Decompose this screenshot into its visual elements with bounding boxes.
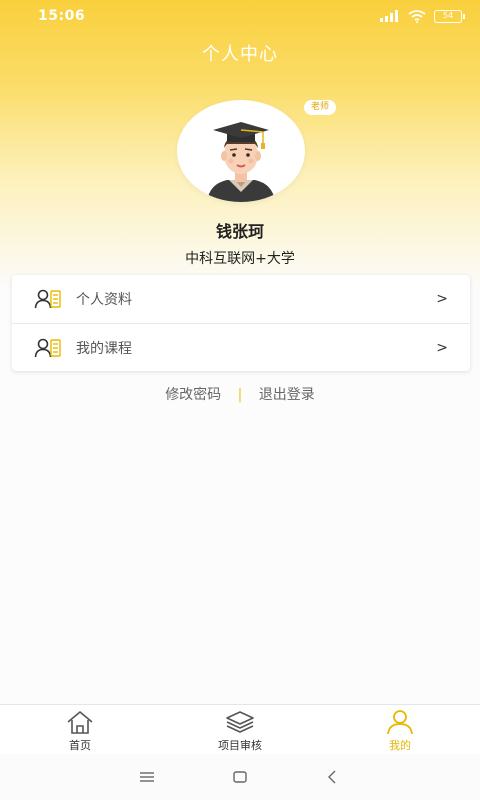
tab-project-review[interactable]: 项目审核 [160, 705, 320, 754]
role-badge: 老师 [304, 100, 337, 115]
menu-item-courses[interactable]: 我的课程 > [12, 323, 470, 371]
menu-item-label: 个人资料 [76, 292, 132, 308]
tab-mine[interactable]: 我的 [320, 705, 480, 754]
tab-label: 项目审核 [218, 739, 262, 752]
link-separator: | [237, 387, 243, 403]
tab-label: 首页 [69, 739, 91, 752]
status-icons: 54 [378, 9, 465, 23]
back-icon[interactable] [324, 768, 342, 786]
menu-item-label: 我的课程 [76, 340, 132, 357]
home-square-icon[interactable] [231, 768, 249, 786]
status-time: 15:06 [38, 8, 86, 24]
page-title: 个人中心 [202, 44, 278, 65]
home-icon [67, 711, 93, 734]
layers-icon [226, 711, 254, 733]
chevron-right-icon: > [436, 291, 448, 307]
menu-card: 个人资料 > 我的课程 > [12, 275, 470, 371]
bottom-tab-bar: 首页 项目审核 我的 [0, 704, 480, 754]
menu-icon[interactable] [138, 768, 156, 786]
hd-signal-icon [380, 10, 398, 22]
logout-link[interactable]: 退出登录 [259, 387, 315, 403]
avatar[interactable] [177, 100, 305, 202]
account-links: 修改密码 | 退出登录 [0, 384, 480, 404]
status-bar: 15:06 54 [0, 0, 480, 32]
system-nav-bar [0, 754, 480, 800]
battery-icon: 54 [434, 9, 465, 23]
user-card-icon [34, 289, 61, 309]
chevron-right-icon: > [436, 339, 448, 356]
tab-label: 我的 [389, 739, 411, 752]
user-organization: 中科互联网+大学 [185, 251, 295, 267]
change-password-link[interactable]: 修改密码 [165, 387, 221, 403]
menu-item-profile[interactable]: 个人资料 > [12, 275, 470, 323]
person-icon [387, 710, 413, 735]
user-card-icon [34, 338, 61, 357]
wifi-icon [408, 9, 426, 23]
tab-home[interactable]: 首页 [0, 705, 160, 754]
user-name: 钱张珂 [215, 222, 264, 241]
graduate-avatar-icon [207, 122, 275, 202]
